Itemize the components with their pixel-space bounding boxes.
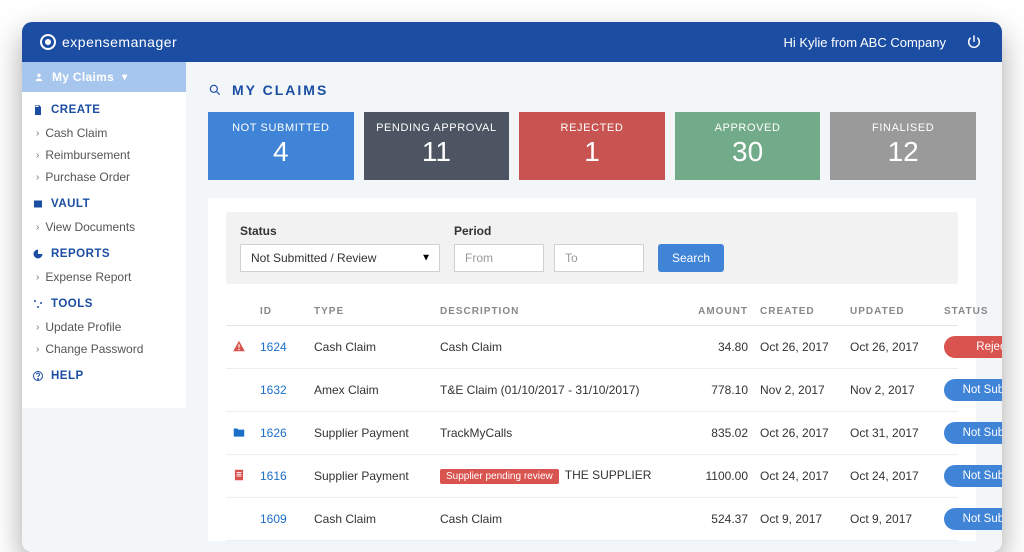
status-pill[interactable]: Not Submitted: [944, 422, 1002, 444]
table-row: 1616Supplier PaymentSupplier pending rev…: [226, 455, 958, 498]
column-header[interactable]: UPDATED: [844, 298, 938, 326]
sidebar: My Claims ▾ CREATE ›Cash Claim›Reimbursem…: [22, 62, 186, 541]
status-pill[interactable]: Not Submitted: [944, 379, 1002, 401]
sidebar-item[interactable]: ›Reimbursement: [32, 144, 176, 166]
status-pill[interactable]: Rejected: [944, 336, 1002, 358]
column-header[interactable]: CREATED: [754, 298, 844, 326]
sidebar-section-create[interactable]: CREATE: [32, 104, 176, 116]
claims-table: IDTYPEDESCRIPTIONAMOUNTCREATEDUPDATEDSTA…: [226, 298, 958, 541]
status-tile[interactable]: FINALISED12: [830, 112, 976, 180]
summary-tiles: NOT SUBMITTED4PENDING APPROVAL11REJECTED…: [208, 112, 976, 180]
claim-id-link[interactable]: 1616: [260, 469, 287, 483]
table-row: 1626Supplier PaymentTrackMyCalls835.02Oc…: [226, 412, 958, 455]
status-tile[interactable]: NOT SUBMITTED4: [208, 112, 354, 180]
chevron-right-icon: ›: [36, 272, 39, 283]
claim-id-link[interactable]: 1624: [260, 340, 287, 354]
column-header[interactable]: [226, 298, 254, 326]
sidebar-item[interactable]: ›Change Password: [32, 338, 176, 360]
sidebar-section-tools[interactable]: TOOLS: [32, 298, 176, 310]
status-pill[interactable]: Not Submitted: [944, 508, 1002, 530]
column-header[interactable]: ID: [254, 298, 308, 326]
status-select[interactable]: Not Submitted / Review ▼: [240, 244, 440, 272]
status-tile[interactable]: APPROVED30: [675, 112, 821, 180]
status-tile[interactable]: REJECTED1: [519, 112, 665, 180]
power-icon: [966, 34, 982, 50]
alert-icon: [232, 342, 246, 356]
folder-icon: [232, 428, 246, 442]
chevron-right-icon: ›: [36, 322, 39, 333]
chevron-right-icon: ›: [36, 222, 39, 233]
status-tile[interactable]: PENDING APPROVAL11: [364, 112, 510, 180]
status-label: Status: [240, 224, 440, 238]
sidebar-section-help[interactable]: HELP: [32, 370, 176, 382]
sidebar-section-reports[interactable]: REPORTS: [32, 248, 176, 260]
table-row: 1624Cash ClaimCash Claim34.80Oct 26, 201…: [226, 326, 958, 369]
caret-down-icon: ▼: [421, 253, 431, 264]
brand[interactable]: expensemanager: [40, 34, 177, 50]
period-from-input[interactable]: From: [454, 244, 544, 272]
chevron-right-icon: ›: [36, 128, 39, 139]
invoice-icon: [232, 471, 246, 485]
chevron-right-icon: ›: [36, 344, 39, 355]
greeting: Hi Kylie from ABC Company: [783, 35, 946, 50]
sidebar-active-label: My Claims: [52, 70, 114, 84]
sidebar-item[interactable]: ›Cash Claim: [32, 122, 176, 144]
period-label: Period: [454, 224, 644, 238]
sidebar-item[interactable]: ›Expense Report: [32, 266, 176, 288]
period-to-input[interactable]: To: [554, 244, 644, 272]
search-button[interactable]: Search: [658, 244, 724, 272]
sidebar-item[interactable]: ›View Documents: [32, 216, 176, 238]
status-pill[interactable]: Not Submitted: [944, 465, 1002, 487]
chevron-right-icon: ›: [36, 150, 39, 161]
app-topbar: expensemanager Hi Kylie from ABC Company: [22, 22, 1002, 62]
table-row: 1609Cash ClaimCash Claim524.37Oct 9, 201…: [226, 498, 958, 541]
column-header[interactable]: STATUS: [938, 298, 958, 326]
sidebar-item[interactable]: ›Purchase Order: [32, 166, 176, 188]
claim-id-link[interactable]: 1609: [260, 512, 287, 526]
filter-bar: Status Not Submitted / Review ▼ Period F…: [226, 212, 958, 284]
search-icon: [208, 83, 222, 97]
pending-review-chip: Supplier pending review: [440, 469, 559, 484]
page-title: MY CLAIMS: [208, 82, 976, 98]
brand-name: expensemanager: [62, 34, 177, 50]
brand-logo-icon: [40, 34, 56, 50]
table-row: 1632Amex ClaimT&E Claim (01/10/2017 - 31…: [226, 369, 958, 412]
chevron-down-icon: ▾: [122, 72, 127, 83]
sidebar-active[interactable]: My Claims ▾: [22, 62, 186, 92]
chevron-right-icon: ›: [36, 172, 39, 183]
column-header[interactable]: DESCRIPTION: [434, 298, 682, 326]
claim-id-link[interactable]: 1626: [260, 426, 287, 440]
column-header[interactable]: AMOUNT: [682, 298, 754, 326]
sidebar-item[interactable]: ›Update Profile: [32, 316, 176, 338]
logout-button[interactable]: [964, 32, 984, 52]
column-header[interactable]: TYPE: [308, 298, 434, 326]
claim-id-link[interactable]: 1632: [260, 383, 287, 397]
person-icon: [34, 72, 44, 82]
sidebar-section-vault[interactable]: VAULT: [32, 198, 176, 210]
